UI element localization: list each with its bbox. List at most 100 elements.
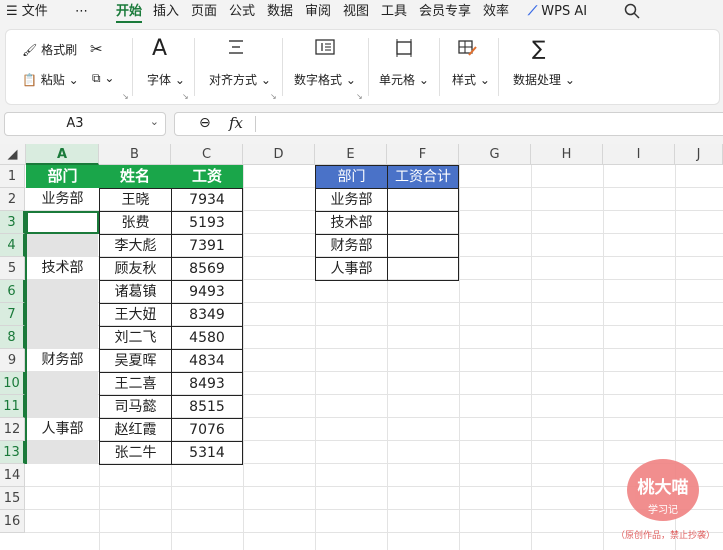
dept-cell[interactable]: 财务部: [26, 349, 99, 372]
selected-empty-cell[interactable]: [27, 372, 98, 394]
expand-corner-icon[interactable]: ↘: [182, 92, 189, 101]
format-painter-button[interactable]: 🖌 格式刷: [22, 41, 77, 58]
select-all-corner[interactable]: ◢: [0, 144, 26, 165]
fx-icon[interactable]: fx: [229, 114, 243, 132]
file-menu[interactable]: ☰ 文件: [6, 3, 48, 21]
number-format-button[interactable]: 数字格式 ⌄: [294, 71, 356, 88]
zoom-icon[interactable]: ⊖: [199, 115, 211, 131]
summary-dept-cell[interactable]: 财务部: [315, 234, 388, 258]
name-cell[interactable]: 李大彪: [99, 234, 172, 258]
col-header-j[interactable]: J: [675, 144, 723, 165]
more-menu[interactable]: ⋯: [75, 3, 88, 21]
name-cell[interactable]: 司马懿: [99, 395, 172, 419]
font-button[interactable]: 字体 ⌄: [147, 71, 185, 88]
summary-total-cell[interactable]: [387, 257, 459, 281]
styles-button[interactable]: 样式 ⌄: [452, 71, 490, 88]
align-button[interactable]: 对齐方式 ⌄: [209, 71, 271, 88]
salary-cell[interactable]: 8515: [171, 395, 243, 419]
salary-cell[interactable]: 4580: [171, 326, 243, 350]
tab-review[interactable]: 审阅: [305, 3, 331, 21]
name-cell[interactable]: 王大妞: [99, 303, 172, 327]
selected-empty-cell[interactable]: [27, 303, 98, 325]
chevron-down-icon[interactable]: ⌄: [150, 115, 159, 128]
tab-data[interactable]: 数据: [267, 3, 293, 21]
name-box[interactable]: A3 ⌄: [4, 112, 166, 136]
salary-cell[interactable]: 8349: [171, 303, 243, 327]
data-processing-button[interactable]: 数据处理 ⌄: [513, 71, 575, 88]
expand-corner-icon[interactable]: ↘: [356, 92, 363, 101]
col-header-h[interactable]: H: [531, 144, 603, 165]
expand-corner-icon[interactable]: ↘: [122, 92, 129, 101]
col-header-d[interactable]: D: [243, 144, 315, 165]
row-header[interactable]: 3: [0, 211, 25, 234]
dept-cell[interactable]: 技术部: [26, 257, 99, 280]
name-cell[interactable]: 王二喜: [99, 372, 172, 396]
header-name[interactable]: 姓名: [99, 165, 171, 188]
salary-cell[interactable]: 5314: [171, 441, 243, 465]
name-cell[interactable]: 王晓: [99, 188, 172, 212]
summary-dept-cell[interactable]: 技术部: [315, 211, 388, 235]
row-header[interactable]: 12: [0, 418, 25, 441]
summary-total-cell[interactable]: [387, 234, 459, 258]
tab-formula[interactable]: 公式: [229, 3, 255, 21]
cells-button[interactable]: 单元格 ⌄: [379, 71, 429, 88]
col-header-c[interactable]: C: [171, 144, 243, 165]
row-header[interactable]: 11: [0, 395, 25, 418]
expand-corner-icon[interactable]: ↘: [270, 92, 277, 101]
row-header[interactable]: 4: [0, 234, 25, 257]
row-header[interactable]: 8: [0, 326, 25, 349]
search-icon[interactable]: [624, 3, 640, 21]
tab-view[interactable]: 视图: [343, 3, 369, 21]
row-header[interactable]: 14: [0, 464, 25, 487]
selected-empty-cell[interactable]: [27, 234, 98, 256]
name-cell[interactable]: 顾友秋: [99, 257, 172, 281]
name-cell[interactable]: 赵红霞: [99, 418, 172, 442]
row-header[interactable]: 5: [0, 257, 25, 280]
scissors-icon[interactable]: ✂: [90, 40, 103, 58]
row-header[interactable]: 9: [0, 349, 25, 372]
name-cell[interactable]: 刘二飞: [99, 326, 172, 350]
salary-cell[interactable]: 4834: [171, 349, 243, 373]
dept-cell[interactable]: 业务部: [26, 188, 99, 211]
row-header[interactable]: 10: [0, 372, 25, 395]
name-cell[interactable]: 张二牛: [99, 441, 172, 465]
salary-cell[interactable]: 7934: [171, 188, 243, 212]
row-header[interactable]: 6: [0, 280, 25, 303]
salary-cell[interactable]: 7076: [171, 418, 243, 442]
name-cell[interactable]: 吴夏晖: [99, 349, 172, 373]
col-header-i[interactable]: I: [603, 144, 675, 165]
tab-page[interactable]: 页面: [191, 3, 217, 21]
tab-efficiency[interactable]: 效率: [483, 3, 509, 21]
active-cell-a3[interactable]: [26, 211, 99, 234]
row-header[interactable]: 15: [0, 487, 25, 510]
name-cell[interactable]: 诸葛镇: [99, 280, 172, 304]
copy-button[interactable]: ⧉ ⌄: [92, 71, 114, 86]
col-header-b[interactable]: B: [99, 144, 171, 165]
selected-empty-cell[interactable]: [27, 326, 98, 348]
col-header-a[interactable]: A: [26, 144, 99, 165]
selected-empty-cell[interactable]: [27, 280, 98, 302]
summary-total-cell[interactable]: [387, 188, 459, 212]
summary-header-total[interactable]: 工资合计: [387, 165, 459, 189]
tab-member[interactable]: 会员专享: [419, 3, 471, 21]
row-header[interactable]: 16: [0, 510, 25, 533]
row-header[interactable]: 1: [0, 165, 25, 188]
header-salary[interactable]: 工资: [171, 165, 243, 188]
summary-header-dept[interactable]: 部门: [315, 165, 388, 189]
tab-tools[interactable]: 工具: [381, 3, 407, 21]
spreadsheet-grid[interactable]: ◢ A B C D E F G H I J 1 2 3 4 5 6 7 8 9 …: [0, 144, 723, 550]
paste-button[interactable]: 📋 粘贴 ⌄: [22, 71, 79, 88]
tab-insert[interactable]: 插入: [153, 3, 179, 21]
row-header[interactable]: 7: [0, 303, 25, 326]
formula-input[interactable]: ⊖ fx: [174, 112, 723, 136]
selected-empty-cell[interactable]: [27, 395, 98, 417]
col-header-f[interactable]: F: [387, 144, 459, 165]
salary-cell[interactable]: 9493: [171, 280, 243, 304]
summary-dept-cell[interactable]: 人事部: [315, 257, 388, 281]
wps-ai-button[interactable]: ⟋ WPS AI: [528, 3, 587, 21]
salary-cell[interactable]: 8493: [171, 372, 243, 396]
name-cell[interactable]: 张费: [99, 211, 172, 235]
salary-cell[interactable]: 5193: [171, 211, 243, 235]
col-header-e[interactable]: E: [315, 144, 387, 165]
col-header-g[interactable]: G: [459, 144, 531, 165]
